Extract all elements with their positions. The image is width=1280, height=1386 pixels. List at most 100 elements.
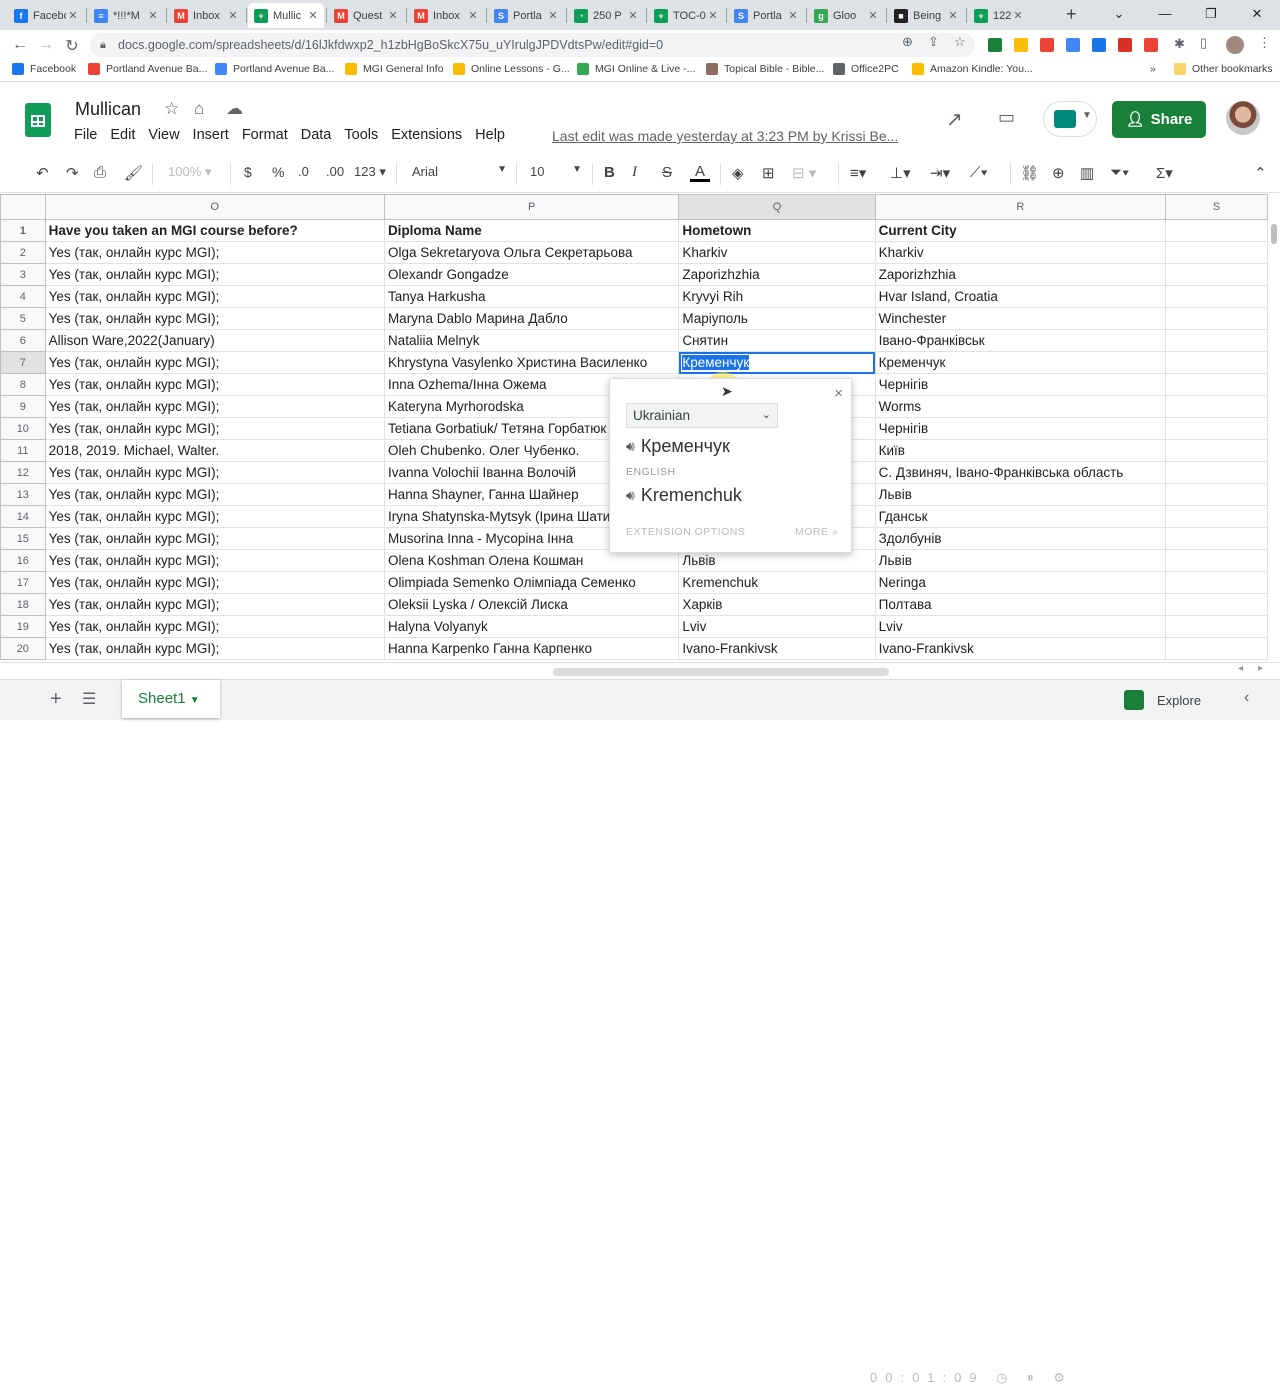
gmail-extension-icon[interactable] (1040, 38, 1054, 52)
profile-avatar[interactable] (1226, 36, 1244, 54)
zoom-icon[interactable]: ⊕ (902, 34, 913, 50)
filter-icon[interactable]: ⏷▾ (1110, 164, 1129, 181)
move-to-folder-icon[interactable]: ⌂ (194, 99, 204, 119)
speaker-icon[interactable]: 🔊︎ (626, 487, 635, 504)
sheets-logo-icon[interactable] (25, 103, 51, 137)
menu-edit[interactable]: Edit (110, 127, 135, 143)
close-tab-icon[interactable]: ✕ (626, 9, 640, 22)
cell[interactable]: Hometown (678, 219, 876, 242)
vertical-align-icon[interactable]: ⊥▾ (890, 164, 911, 182)
close-tab-icon[interactable]: ✕ (1011, 9, 1025, 22)
menu-data[interactable]: Data (301, 127, 332, 143)
cell[interactable]: Olexandr Gongadze (383, 263, 680, 286)
forward-icon[interactable]: → (36, 36, 56, 54)
print-icon[interactable]: ⎙ (94, 164, 106, 181)
menu-view[interactable]: View (148, 127, 179, 143)
cell[interactable]: Львів (874, 483, 1167, 506)
italic-button[interactable]: I (632, 164, 637, 181)
share-button[interactable]: 👤︎ Share (1112, 101, 1206, 138)
cell[interactable] (1165, 527, 1268, 550)
cell[interactable]: Kremenchuk (678, 571, 876, 594)
strikethrough-button[interactable]: S (662, 164, 672, 181)
cell[interactable]: Yes (так, онлайн курс MGI); (44, 549, 385, 572)
row-header[interactable]: 19 (0, 615, 46, 638)
scroll-left-icon[interactable]: ◂ (1238, 663, 1243, 674)
cell[interactable]: Івано-Франківськ (874, 329, 1167, 352)
close-tab-icon[interactable]: ✕ (466, 9, 480, 22)
cell[interactable]: Yes (так, онлайн курс MGI); (44, 417, 385, 440)
cell[interactable]: Yes (так, онлайн курс MGI); (44, 505, 385, 528)
insert-comment-icon[interactable]: ⊕ (1052, 164, 1065, 182)
bookmark-item[interactable]: MGI Online & Live -... (577, 63, 695, 75)
row-header[interactable]: 1 (0, 219, 46, 242)
column-header[interactable]: R (874, 194, 1167, 220)
cell[interactable]: Полтава (874, 593, 1167, 616)
cell[interactable]: Zaporizhzhia (874, 263, 1167, 286)
more-link[interactable]: MORE » (795, 526, 838, 538)
last-edit-link[interactable]: Last edit was made yesterday at 3:23 PM … (552, 128, 907, 144)
text-rotation-icon[interactable]: ⟋▾ (970, 164, 988, 181)
scroll-thumb[interactable] (553, 668, 889, 676)
bold-button[interactable]: B (604, 164, 615, 181)
paint-format-icon[interactable]: 🖌︎ (124, 164, 143, 182)
account-avatar[interactable] (1226, 101, 1260, 135)
cell[interactable]: Yes (так, онлайн курс MGI); (44, 615, 385, 638)
bookmark-item[interactable]: Online Lessons - G... (453, 63, 570, 75)
close-tab-icon[interactable]: ✕ (226, 9, 240, 22)
maximize-button[interactable]: ❐ (1188, 0, 1234, 30)
row-header[interactable]: 12 (0, 461, 46, 484)
bookmark-item[interactable]: Portland Avenue Ba... (88, 63, 207, 75)
side-panel-toggle-icon[interactable]: ‹ (1244, 689, 1249, 707)
cell[interactable]: Кременчук (678, 351, 876, 374)
cell[interactable]: Yes (так, онлайн курс MGI); (44, 351, 385, 374)
cell[interactable]: Yes (так, онлайн курс MGI); (44, 483, 385, 506)
cell[interactable]: Worms (874, 395, 1167, 418)
row-header[interactable]: 8 (0, 373, 46, 396)
extension-icon[interactable] (1092, 38, 1106, 52)
row-header[interactable]: 15 (0, 527, 46, 550)
menu-extensions[interactable]: Extensions (391, 127, 462, 143)
row-header[interactable]: 2 (0, 241, 46, 264)
cell[interactable]: Yes (так, онлайн курс MGI); (44, 593, 385, 616)
close-tab-icon[interactable]: ✕ (946, 9, 960, 22)
cell[interactable]: Zaporizhzhia (678, 263, 876, 286)
row-header[interactable]: 5 (0, 307, 46, 330)
browser-tab[interactable]: ■ Being ✕ (888, 3, 964, 28)
cell[interactable]: Гданськ (874, 505, 1167, 528)
close-tab-icon[interactable]: ✕ (866, 9, 880, 22)
cell[interactable]: Ivano-Frankivsk (678, 637, 876, 660)
cell[interactable]: Кременчук (874, 351, 1167, 374)
cell[interactable]: Yes (так, онлайн курс MGI); (44, 373, 385, 396)
row-header[interactable]: 9 (0, 395, 46, 418)
camera-extension-icon[interactable] (1066, 38, 1080, 52)
cell[interactable] (1165, 219, 1268, 242)
zoom-select[interactable]: 100% ▾ (168, 164, 211, 180)
collapse-toolbar-icon[interactable]: ⌃ (1254, 164, 1267, 182)
extension-icon[interactable] (988, 38, 1002, 52)
decrease-decimal-button[interactable]: .0 (298, 164, 309, 179)
cell[interactable]: Здолбунів (874, 527, 1167, 550)
cell[interactable]: Lviv (678, 615, 876, 638)
menu-tools[interactable]: Tools (344, 127, 378, 143)
insert-link-icon[interactable]: ⛓︎ (1020, 164, 1039, 182)
horizontal-align-icon[interactable]: ≡▾ (850, 164, 866, 182)
browser-tab[interactable]: S Portla ✕ (728, 3, 804, 28)
cell[interactable]: Hanna Karpenko Ганна Карпенко (383, 637, 680, 660)
cell[interactable]: Yes (так, онлайн курс MGI); (44, 263, 385, 286)
tab-search-icon[interactable]: ⌄ (1096, 0, 1142, 30)
cell[interactable]: Львів (874, 549, 1167, 572)
cell[interactable]: 2018, 2019. Michael, Walter. (44, 439, 385, 462)
cell[interactable]: Olga Sekretaryova Ольга Секретарьова (383, 241, 680, 264)
source-language-select[interactable]: Ukrainian ⌄ (626, 403, 778, 428)
currency-format-button[interactable]: $ (244, 164, 252, 180)
cell[interactable]: С. Дзвиняч, Івано-Франківська область (874, 461, 1167, 484)
cell[interactable]: Kharkiv (678, 241, 876, 264)
column-header[interactable]: Q (678, 194, 876, 220)
all-sheets-icon[interactable]: ☰ (82, 689, 96, 709)
menu-file[interactable]: File (74, 127, 97, 143)
cell[interactable]: Yes (так, онлайн курс MGI); (44, 637, 385, 660)
more-bookmarks-button[interactable]: » (1150, 63, 1156, 75)
row-header[interactable]: 11 (0, 439, 46, 462)
font-size-select[interactable]: 10 ▼ (530, 164, 582, 179)
cell[interactable]: Харків (678, 593, 876, 616)
